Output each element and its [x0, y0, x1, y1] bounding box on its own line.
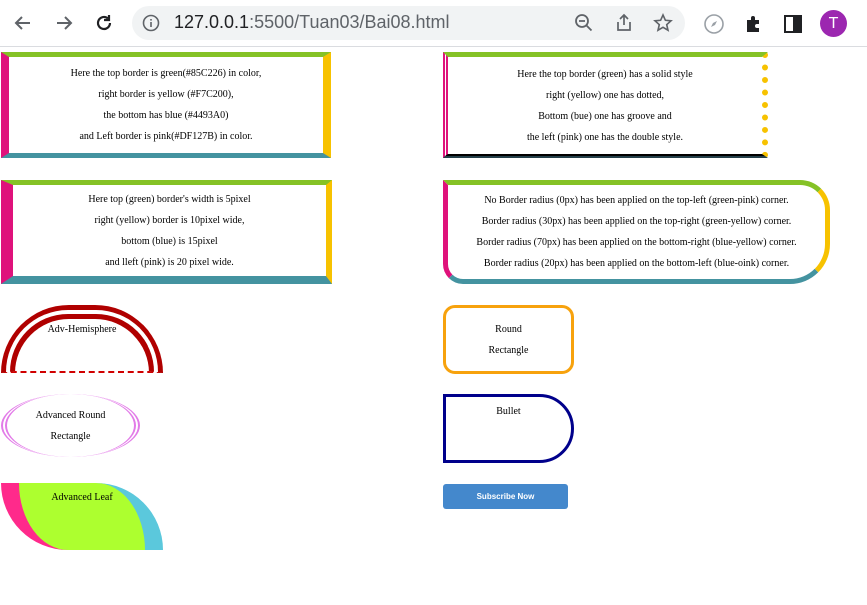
hemisphere-shape: Adv-Hemisphere — [1, 305, 163, 373]
border-widths-box: Here top (green) border's width is 5pixe… — [1, 180, 332, 284]
compass-extension-icon[interactable] — [703, 13, 725, 35]
url-path: :5500/Tuan03/Bai08.html — [249, 12, 450, 32]
arrow-left-icon — [14, 16, 30, 30]
subscribe-button[interactable]: Subscribe Now — [443, 484, 568, 509]
box-text-line: and Left border is pink(#DF127B) in colo… — [79, 131, 253, 142]
zoom-out-icon[interactable] — [574, 13, 594, 33]
shape-label: Adv-Hemisphere — [47, 324, 117, 335]
box-text-line: right (yellow) one has dotted, — [545, 89, 665, 101]
shape-label: Round — [495, 323, 522, 335]
box-text-line: the left (pink) one has the double style… — [526, 131, 684, 143]
box-text-line: Here the top border is green(#85C226) in… — [70, 68, 262, 79]
border-colors-box: Here the top border is green(#85C226) in… — [1, 52, 331, 158]
back-button[interactable] — [9, 9, 37, 37]
bullet-shape: Bullet — [443, 394, 574, 463]
box-text-line: right (yellow) border is 10pixel wide, — [94, 214, 245, 226]
reload-button[interactable] — [90, 9, 118, 37]
side-panel-icon[interactable] — [782, 13, 804, 35]
box-text-line: No Border radius (0px) has been applied … — [484, 195, 789, 206]
profile-avatar[interactable]: T — [820, 10, 847, 37]
forward-button[interactable] — [50, 9, 78, 37]
box-text-line: the bottom has blue (#4493A0) — [103, 110, 229, 121]
border-radius-box: No Border radius (0px) has been applied … — [443, 180, 830, 284]
box-text-line: Bottom (bue) one has groove and — [538, 110, 672, 122]
shape-label: Rectangle — [488, 344, 529, 356]
box-text-line: right border is yellow (#F7C200), — [98, 89, 234, 100]
arrow-right-icon — [57, 16, 73, 30]
shape-label: Bullet — [496, 406, 521, 417]
advanced-round-rectangle-shape: Advanced Round Rectangle — [1, 394, 140, 457]
extensions-puzzle-icon[interactable] — [743, 13, 765, 35]
url-host: 127.0.0.1 — [174, 12, 250, 32]
shape-label: Advanced Round — [35, 409, 106, 421]
bookmark-star-icon[interactable] — [653, 13, 673, 33]
round-rectangle-shape: Round Rectangle — [443, 305, 574, 374]
shape-label: Rectangle — [50, 430, 91, 442]
box-text-line: Border radius (30px) has been applied on… — [481, 216, 792, 227]
url-text[interactable]: 127.0.0.1:5500/Tuan03/Bai08.html — [174, 12, 450, 33]
reload-icon — [96, 15, 112, 31]
leaf-shape: Advanced Leaf — [1, 483, 163, 550]
box-text-line: Border radius (70px) has been applied on… — [476, 237, 797, 248]
box-text-line: Here top (green) border's width is 5pixe… — [88, 193, 251, 205]
address-bar[interactable]: 127.0.0.1:5500/Tuan03/Bai08.html — [132, 6, 685, 40]
site-info-icon[interactable] — [142, 14, 160, 32]
browser-toolbar: 127.0.0.1:5500/Tuan03/Bai08.html T — [0, 0, 867, 47]
box-text-line: bottom (blue) is 15pixel — [121, 235, 218, 247]
box-text-line: Border radius (20px) has been applied on… — [483, 258, 790, 269]
box-text-line: Here the top border (green) has a solid … — [517, 68, 693, 80]
share-icon[interactable] — [614, 13, 634, 33]
border-styles-box: Here the top border (green) has a solid … — [443, 52, 768, 158]
shape-label: Advanced Leaf — [51, 492, 113, 503]
box-text-line: and lleft (pink) is 20 pixel wide. — [105, 256, 234, 268]
